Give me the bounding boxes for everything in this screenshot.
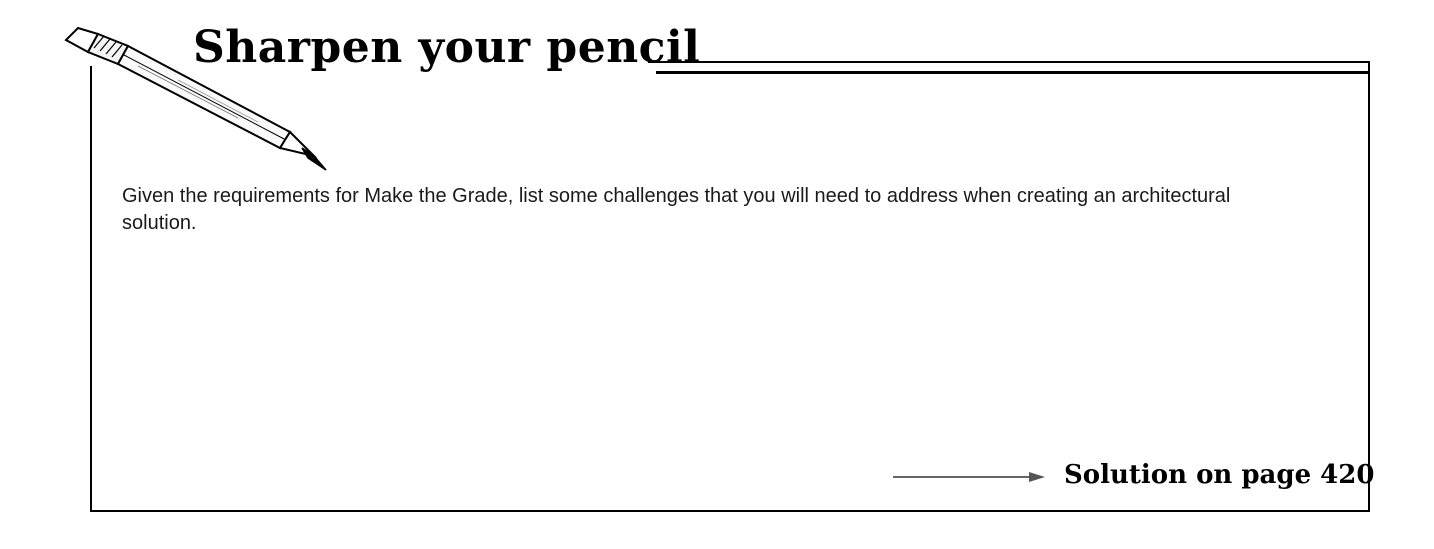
exercise-prompt: Given the requirements for Make the Grad…	[122, 185, 1231, 234]
page-title: Sharpen your pencil	[193, 22, 701, 73]
solution-link[interactable]: Solution on page 420	[1064, 462, 1374, 488]
header-rule	[656, 71, 1368, 74]
arrow-right-icon	[893, 472, 1045, 482]
